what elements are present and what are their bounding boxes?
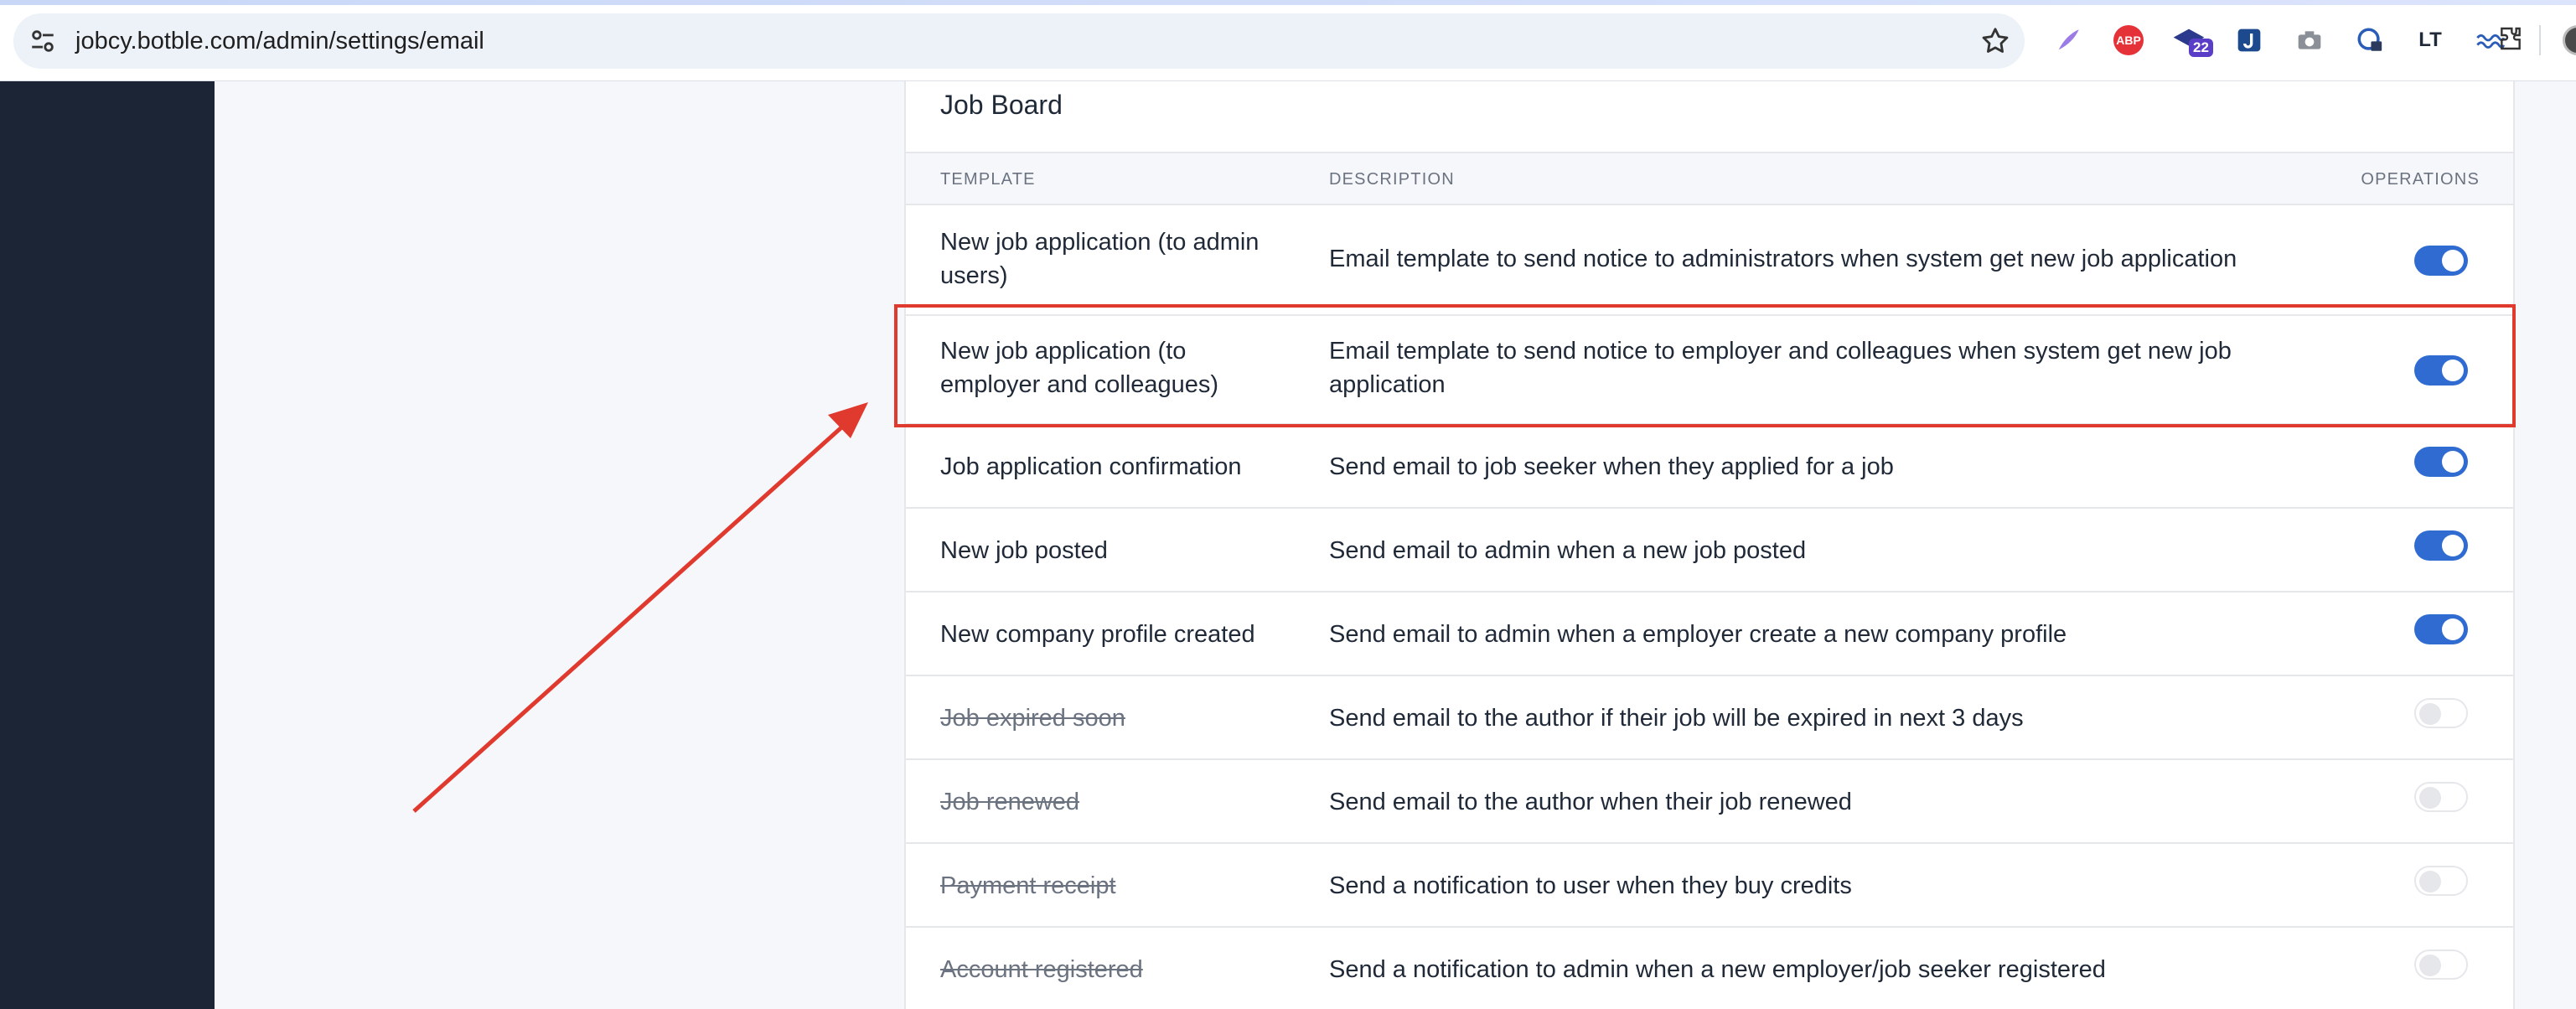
adblock-icon[interactable]: ABP [2110,22,2147,59]
column-header-template: TEMPLATE [940,170,1036,189]
loading-bar [0,0,2576,5]
toggle-knob [2419,871,2441,893]
template-name-link[interactable]: New job posted [940,534,1292,567]
table-row: New job posted Send email to admin when … [906,509,2513,592]
toggle-knob [2419,955,2441,976]
profile-avatar[interactable] [2563,25,2576,55]
table-row: Job renewed Send email to the author whe… [906,760,2513,844]
toggle-knob [2419,703,2441,725]
table-row: New company profile created Send email t… [906,592,2513,676]
template-toggle[interactable] [2414,949,2468,980]
bookmark-star-icon[interactable] [1979,25,2011,57]
toggle-knob [2442,250,2464,272]
template-description: Email template to send notice to adminis… [1329,246,2237,272]
template-toggle[interactable] [2414,614,2468,644]
template-description: Send email to the author when their job … [1329,789,1852,815]
toolbar-separator [2539,25,2541,55]
template-name-link[interactable]: Job application confirmation [940,450,1292,484]
template-description: Send a notification to user when they bu… [1329,872,1852,899]
table-row: Job application confirmation Send email … [906,425,2513,509]
table-row: Job expired soon Send email to the autho… [906,676,2513,760]
arrow-head [828,402,868,438]
table-row: Payment receipt Send a notification to u… [906,844,2513,928]
template-toggle[interactable] [2414,782,2468,812]
address-bar[interactable]: jobcy.botble.com/admin/settings/email [13,13,2025,69]
template-description: Send email to the author if their job wi… [1329,705,2024,732]
template-description: Send a notification to admin when a new … [1329,956,2106,983]
key-lock-icon[interactable] [2351,22,2388,59]
jira-icon[interactable] [2231,22,2268,59]
toggle-knob [2419,787,2441,809]
column-header-description: DESCRIPTION [1329,170,1455,189]
template-name-link[interactable]: Account registered [940,953,1292,986]
template-toggle[interactable] [2414,246,2468,276]
table-row: Account registered Send a notification t… [906,928,2513,1009]
languagetool-icon[interactable]: LT [2412,22,2449,59]
template-name-link[interactable]: New job application (to admin users) [940,225,1292,292]
template-toggle[interactable] [2414,698,2468,728]
toggle-knob [2442,618,2464,640]
template-name-link[interactable]: New company profile created [940,618,1292,651]
highlight-box [894,304,2516,427]
template-description: Send email to admin when a new job poste… [1329,537,1807,564]
toggle-knob [2442,451,2464,473]
card-title: Job Board [940,90,1063,120]
quill-icon[interactable] [2050,22,2087,59]
languagetool-label: LT [2418,28,2442,51]
grad-cap-icon[interactable]: 22 [2170,22,2213,59]
column-header-operations: OPERATIONS [2361,170,2480,189]
template-toggle[interactable] [2414,866,2468,896]
table-header: TEMPLATE DESCRIPTION OPERATIONS [906,152,2513,205]
browser-toolbar: jobcy.botble.com/admin/settings/email AB… [0,0,2576,81]
email-templates-card: Job Board TEMPLATE DESCRIPTION OPERATION… [904,81,2515,1009]
camera-icon[interactable] [2291,22,2328,59]
template-name-link[interactable]: Job renewed [940,785,1292,819]
url-text[interactable]: jobcy.botble.com/admin/settings/email [75,13,484,69]
admin-sidebar [0,81,215,1009]
adblock-label: ABP [2113,25,2144,55]
template-toggle[interactable] [2414,447,2468,477]
table-row: New job application (to admin users) Ema… [906,205,2513,316]
template-toggle[interactable] [2414,530,2468,561]
extension-badge: 22 [2189,39,2213,57]
template-name-link[interactable]: Job expired soon [940,701,1292,735]
arrow-shaft [412,420,850,813]
puzzle-icon[interactable] [2492,20,2529,57]
site-settings-icon[interactable] [28,27,57,55]
template-description: Send email to job seeker when they appli… [1329,453,1894,480]
template-name-link[interactable]: Payment receipt [940,869,1292,903]
toggle-knob [2442,535,2464,556]
template-description: Send email to admin when a employer crea… [1329,621,2067,648]
